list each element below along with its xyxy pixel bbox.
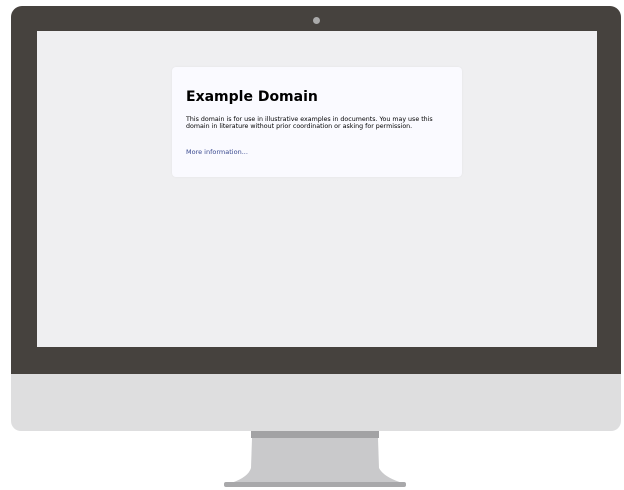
browser-viewport: Example Domain This domain is for use in… xyxy=(37,31,597,347)
body-text: This domain is for use in illustrative e… xyxy=(186,116,433,130)
monitor-stand xyxy=(232,438,402,484)
stand-neck xyxy=(251,431,379,438)
stand-base xyxy=(224,482,406,487)
content-card: Example Domain This domain is for use in… xyxy=(172,67,462,177)
monitor-bezel: Example Domain This domain is for use in… xyxy=(11,6,621,374)
page-title: Example Domain xyxy=(186,89,318,105)
monitor-chin xyxy=(11,374,621,431)
more-information-link[interactable]: More information... xyxy=(186,148,248,156)
camera-icon xyxy=(313,17,320,24)
